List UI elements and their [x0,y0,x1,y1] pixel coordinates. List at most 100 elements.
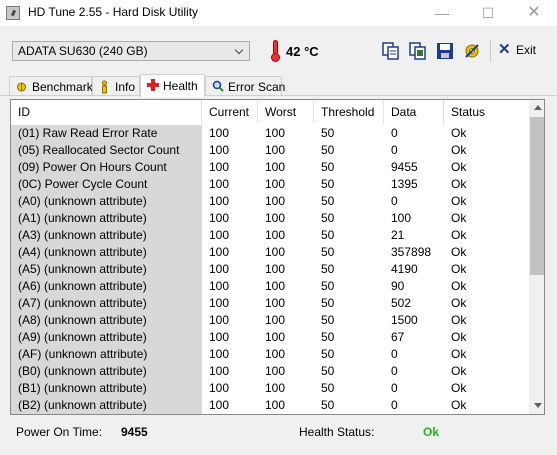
cell-data: 357898 [391,245,432,259]
cell-status: Ok [451,398,467,412]
cell-data: 100 [391,211,412,225]
copy-all-button[interactable] [408,41,428,61]
cell-current: 100 [209,262,230,276]
cell-threshold: 50 [321,194,335,208]
cell-threshold: 50 [321,177,335,191]
table-row[interactable]: (09) Power On Hours Count 100 100 50 9455 Ok [11,159,531,176]
cell-id: (B1) (unknown attribute) [11,380,202,397]
table-row[interactable]: (B0) (unknown attribute) 100 100 50 0 Ok [11,363,531,380]
column-header-current[interactable]: Current [202,100,258,124]
cell-current: 100 [209,126,230,140]
tab-benchmark[interactable]: Benchmark [9,76,93,96]
cell-threshold: 50 [321,296,335,310]
cell-id: (05) Reallocated Sector Count [11,142,202,159]
cell-current: 100 [209,228,230,242]
cell-current: 100 [209,245,230,259]
copy-info-button[interactable] [381,41,401,61]
tab-error-scan[interactable]: Error Scan [205,76,285,96]
table-row[interactable]: (A4) (unknown attribute) 100 100 50 357898 Ok [11,244,531,261]
close-button[interactable]: ✕ [511,0,557,26]
tab-health-label: Health [163,79,198,93]
table-row[interactable]: (01) Raw Read Error Rate 100 100 50 0 Ok [11,125,531,142]
cell-id: (A7) (unknown attribute) [11,295,202,312]
thermometer-icon [271,40,280,62]
cell-status: Ok [451,262,467,276]
cell-worst: 100 [265,143,286,157]
column-header-threshold[interactable]: Threshold [314,100,384,124]
cell-id: (A0) (unknown attribute) [11,193,202,210]
cell-data: 502 [391,296,412,310]
cell-id: (A3) (unknown attribute) [11,227,202,244]
exit-x-icon: ✕ [498,41,511,58]
table-row[interactable]: (A1) (unknown attribute) 100 100 50 100 Ok [11,210,531,227]
cell-id: (A6) (unknown attribute) [11,278,202,295]
cell-status: Ok [451,194,467,208]
tab-health[interactable]: Health [140,74,205,97]
cell-threshold: 50 [321,381,335,395]
health-status-label: Health Status: [299,425,375,439]
cell-worst: 100 [265,296,286,310]
cell-data: 0 [391,347,398,361]
scrollbar-thumb[interactable] [530,117,544,275]
floppy-disk-icon [437,43,453,59]
maximize-button[interactable]: ☐ [465,0,511,26]
cell-threshold: 50 [321,364,335,378]
table-row[interactable]: (A3) (unknown attribute) 100 100 50 21 Ok [11,227,531,244]
chevron-down-icon [234,45,244,55]
column-header-id[interactable]: ID [11,100,202,124]
cell-worst: 100 [265,262,286,276]
cell-data: 67 [391,330,405,344]
minimize-button[interactable]: — [419,0,465,26]
cell-worst: 100 [265,364,286,378]
column-header-worst[interactable]: Worst [258,100,314,124]
table-row[interactable]: (A0) (unknown attribute) 100 100 50 0 Ok [11,193,531,210]
cell-current: 100 [209,211,230,225]
cell-current: 100 [209,381,230,395]
cell-status: Ok [451,279,467,293]
hd-tune-app-icon [6,6,20,20]
table-row[interactable]: (B1) (unknown attribute) 100 100 50 0 Ok [11,380,531,397]
table-row[interactable]: (05) Reallocated Sector Count 100 100 50 0 Ok [11,142,531,159]
cell-threshold: 50 [321,398,335,412]
options-button[interactable] [462,41,482,61]
scroll-down-arrow-icon[interactable] [534,403,542,408]
tab-info[interactable]: Info [92,76,140,96]
options-tools-icon [465,44,479,58]
cell-status: Ok [451,177,467,191]
table-row[interactable]: (AF) (unknown attribute) 100 100 50 0 Ok [11,346,531,363]
cell-data: 21 [391,228,405,242]
scroll-up-arrow-icon[interactable] [534,105,542,110]
column-header-status[interactable]: Status [444,100,531,124]
drive-select[interactable]: ADATA SU630 (240 GB) [12,41,250,61]
health-cross-icon [147,78,159,91]
smart-attributes-table[interactable]: ID Current Worst Threshold Data Status (… [10,99,545,415]
table-row[interactable]: (A7) (unknown attribute) 100 100 50 502 Ok [11,295,531,312]
cell-threshold: 50 [321,313,335,327]
cell-current: 100 [209,194,230,208]
cell-id: (A1) (unknown attribute) [11,210,202,227]
table-row[interactable]: (A5) (unknown attribute) 100 100 50 4190 Ok [11,261,531,278]
exit-label: Exit [516,43,537,57]
cell-data: 4190 [391,262,418,276]
cell-status: Ok [451,143,467,157]
vertical-scrollbar[interactable] [529,100,544,414]
table-row[interactable]: (0C) Power Cycle Count 100 100 50 1395 Ok [11,176,531,193]
cell-threshold: 50 [321,347,335,361]
power-on-time-value: 9455 [121,425,148,439]
cell-data: 0 [391,398,398,412]
table-row[interactable]: (A8) (unknown attribute) 100 100 50 1500 Ok [11,312,531,329]
health-panel: ID Current Worst Threshold Data Status (… [0,95,557,455]
cell-current: 100 [209,177,230,191]
copy-icon [382,42,399,60]
table-row[interactable]: (A6) (unknown attribute) 100 100 50 90 Ok [11,278,531,295]
tab-benchmark-label: Benchmark [32,80,93,94]
save-button[interactable] [435,41,455,61]
cell-id: (A5) (unknown attribute) [11,261,202,278]
table-row[interactable]: (A9) (unknown attribute) 100 100 50 67 Ok [11,329,531,346]
column-header-data[interactable]: Data [384,100,444,124]
table-row[interactable]: (B2) (unknown attribute) 100 100 50 0 Ok [11,397,531,414]
cell-worst: 100 [265,228,286,242]
tab-strip: Benchmark Info Health Error Scan [0,74,557,97]
cell-id: (B0) (unknown attribute) [11,363,202,380]
cell-status: Ok [451,313,467,327]
